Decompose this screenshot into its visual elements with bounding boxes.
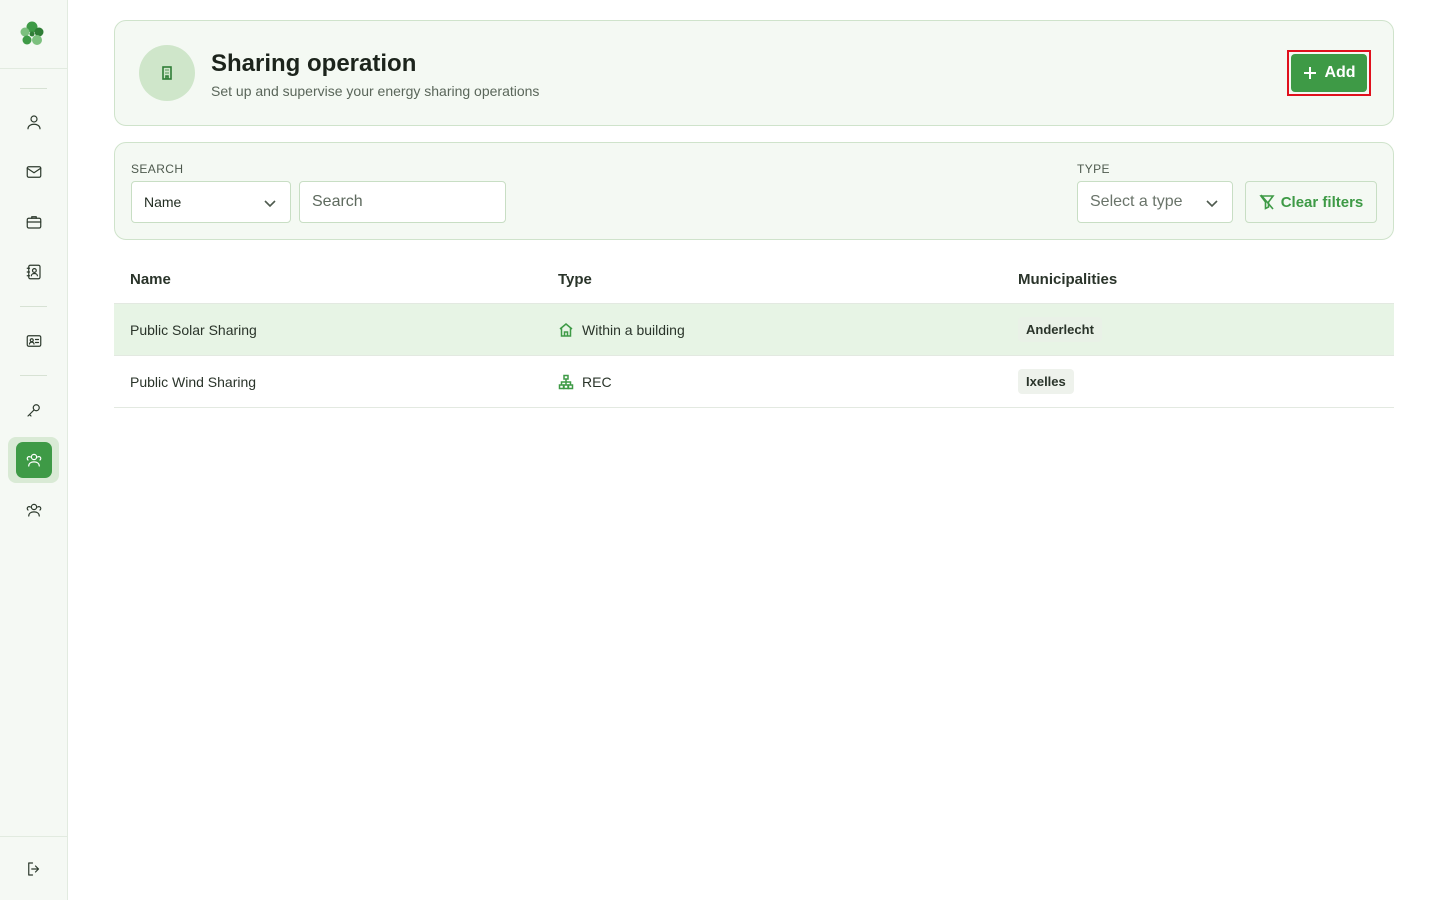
type-select-placeholder: Select a type <box>1090 193 1183 210</box>
search-label: SEARCH <box>131 162 184 176</box>
contact-book-icon <box>26 264 41 280</box>
groups-icon <box>26 503 41 517</box>
id-card-icon <box>26 335 41 347</box>
clear-filters-button[interactable]: Clear filters <box>1245 181 1377 223</box>
column-header-type[interactable]: Type <box>558 271 1018 288</box>
plus-icon <box>1304 67 1317 79</box>
sidebar-divider <box>0 68 67 69</box>
sidebar-item-user[interactable] <box>8 99 59 145</box>
home-icon <box>559 322 573 337</box>
municipality-chip: Anderlecht <box>1018 317 1102 342</box>
mail-icon <box>26 166 41 178</box>
sidebar-item-briefcase[interactable] <box>8 199 59 245</box>
sidebar-divider <box>20 375 47 376</box>
logout-icon <box>27 862 39 876</box>
sidebar-divider <box>0 836 67 837</box>
key-icon <box>26 404 40 417</box>
row-type: Within a building <box>558 322 1018 338</box>
column-header-municipalities[interactable]: Municipalities <box>1018 271 1394 288</box>
row-municipalities: Ixelles <box>1018 369 1394 394</box>
page-title: Sharing operation <box>211 50 417 77</box>
sidebar-divider <box>20 88 47 89</box>
sidebar-item-mail[interactable] <box>8 149 59 195</box>
sidebar-item-key[interactable] <box>8 387 59 433</box>
column-header-name[interactable]: Name <box>114 271 558 288</box>
row-name: Public Wind Sharing <box>130 373 257 390</box>
type-select[interactable]: Select a type <box>1077 181 1233 223</box>
add-button-label: Add <box>1324 64 1356 81</box>
table-row[interactable]: Public Solar Sharing Within a building A… <box>114 304 1394 356</box>
building-icon <box>139 45 195 101</box>
search-input[interactable] <box>299 181 506 223</box>
chevron-down-icon <box>264 200 276 208</box>
add-button-highlight: Add <box>1287 50 1371 96</box>
sidebar <box>0 0 68 900</box>
sidebar-item-groups[interactable] <box>8 487 59 533</box>
municipality-chip: Ixelles <box>1018 369 1074 394</box>
row-type-label: Within a building <box>582 321 685 338</box>
page-header: Sharing operation Set up and supervise y… <box>114 20 1394 126</box>
filter-clear-icon <box>1259 194 1275 210</box>
sidebar-item-contacts[interactable] <box>8 249 59 295</box>
active-indicator <box>15 442 52 478</box>
clear-filters-label: Clear filters <box>1280 193 1364 211</box>
filter-panel: SEARCH Name TYPE Select a type Clear fil… <box>114 142 1394 240</box>
row-municipalities: Anderlecht <box>1018 317 1394 342</box>
clover-logo[interactable] <box>16 18 48 50</box>
sidebar-divider <box>20 306 47 307</box>
logout-button[interactable] <box>8 846 59 892</box>
search-field-value: Name <box>144 194 182 210</box>
briefcase-icon <box>26 216 41 229</box>
table-row[interactable]: Public Wind Sharing REC Ixelles <box>114 356 1394 408</box>
operations-table: Name Type Municipalities Public Solar Sh… <box>114 256 1394 408</box>
table-header: Name Type Municipalities <box>114 256 1394 304</box>
network-icon <box>558 374 574 389</box>
row-name: Public Solar Sharing <box>130 321 257 338</box>
chevron-down-icon <box>1206 200 1218 208</box>
row-type: REC <box>558 374 1018 390</box>
users-icon <box>26 453 41 467</box>
type-label: TYPE <box>1077 162 1110 176</box>
add-button[interactable]: Add <box>1291 54 1367 92</box>
user-icon <box>26 115 41 130</box>
page-subtitle: Set up and supervise your energy sharing… <box>211 83 540 99</box>
row-type-label: REC <box>582 373 612 390</box>
search-field-select[interactable]: Name <box>131 181 291 223</box>
sidebar-item-sharing[interactable] <box>8 437 59 483</box>
sidebar-item-id-card[interactable] <box>8 318 59 364</box>
